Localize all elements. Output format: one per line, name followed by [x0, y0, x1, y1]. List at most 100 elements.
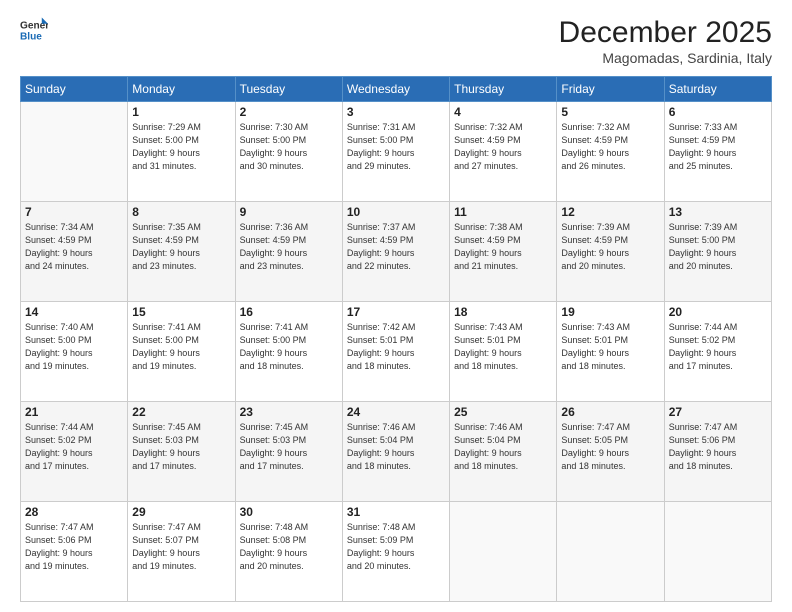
- day-number: 5: [561, 105, 659, 119]
- weekday-header-monday: Monday: [128, 77, 235, 102]
- calendar-cell: 4Sunrise: 7:32 AMSunset: 4:59 PMDaylight…: [450, 102, 557, 202]
- calendar-cell: 25 Sunrise: 7:46 AMSunset: 5:04 PMDayligh…: [450, 402, 557, 502]
- calendar-week-5: 28 Sunrise: 7:47 AMSunset: 5:06 PMDayligh…: [21, 502, 772, 602]
- calendar-cell: 22 Sunrise: 7:45 AMSunset: 5:03 PMDayligh…: [128, 402, 235, 502]
- day-info: Sunrise: 7:39 AMSunset: 4:59 PMDaylight:…: [561, 221, 659, 273]
- calendar-cell: 16Sunrise: 7:41 AMSunset: 5:00 PMDayligh…: [235, 302, 342, 402]
- calendar-cell: 17 Sunrise: 7:42 AMSunset: 5:01 PMDayligh…: [342, 302, 449, 402]
- day-info: Sunrise: 7:36 AMSunset: 4:59 PMDaylight:…: [240, 221, 338, 273]
- calendar-cell: 29Sunrise: 7:47 AMSunset: 5:07 PMDayligh…: [128, 502, 235, 602]
- day-number: 15: [132, 305, 230, 319]
- day-info: Sunrise: 7:41 AMSunset: 5:00 PMDaylight:…: [132, 321, 230, 373]
- calendar-cell: 20Sunrise: 7:44 AMSunset: 5:02 PMDayligh…: [664, 302, 771, 402]
- day-info: Sunrise: 7:41 AMSunset: 5:00 PMDaylight:…: [240, 321, 338, 373]
- weekday-header-sunday: Sunday: [21, 77, 128, 102]
- title-area: December 2025 Magomadas, Sardinia, Italy: [559, 16, 772, 66]
- day-info: Sunrise: 7:37 AMSunset: 4:59 PMDaylight:…: [347, 221, 445, 273]
- day-number: 13: [669, 205, 767, 219]
- day-number: 26: [561, 405, 659, 419]
- logo: General Blue: [20, 16, 48, 44]
- weekday-header-wednesday: Wednesday: [342, 77, 449, 102]
- calendar-cell: 27 Sunrise: 7:47 AMSunset: 5:06 PMDayligh…: [664, 402, 771, 502]
- calendar-cell: 26 Sunrise: 7:47 AMSunset: 5:05 PMDayligh…: [557, 402, 664, 502]
- day-number: 9: [240, 205, 338, 219]
- day-info: Sunrise: 7:44 AMSunset: 5:02 PMDaylight:…: [669, 321, 767, 373]
- calendar-cell: 8 Sunrise: 7:35 AMSunset: 4:59 PMDaylight…: [128, 202, 235, 302]
- day-info: Sunrise: 7:47 AMSunset: 5:06 PMDaylight:…: [669, 421, 767, 473]
- calendar-week-4: 21Sunrise: 7:44 AMSunset: 5:02 PMDayligh…: [21, 402, 772, 502]
- day-number: 10: [347, 205, 445, 219]
- day-info: Sunrise: 7:48 AMSunset: 5:09 PMDaylight:…: [347, 521, 445, 573]
- calendar-cell: 13 Sunrise: 7:39 AMSunset: 5:00 PMDayligh…: [664, 202, 771, 302]
- calendar-week-1: 1Sunrise: 7:29 AMSunset: 5:00 PMDaylight…: [21, 102, 772, 202]
- day-number: 31: [347, 505, 445, 519]
- svg-text:Blue: Blue: [20, 31, 42, 42]
- calendar-cell: 3 Sunrise: 7:31 AMSunset: 5:00 PMDaylight…: [342, 102, 449, 202]
- day-number: 19: [561, 305, 659, 319]
- day-number: 27: [669, 405, 767, 419]
- day-info: Sunrise: 7:32 AMSunset: 4:59 PMDaylight:…: [561, 121, 659, 173]
- calendar-cell: 30 Sunrise: 7:48 AMSunset: 5:08 PMDayligh…: [235, 502, 342, 602]
- calendar-cell: 21Sunrise: 7:44 AMSunset: 5:02 PMDayligh…: [21, 402, 128, 502]
- weekday-header-thursday: Thursday: [450, 77, 557, 102]
- calendar-table: SundayMondayTuesdayWednesdayThursdayFrid…: [20, 76, 772, 602]
- calendar-cell: 23 Sunrise: 7:45 AMSunset: 5:03 PMDayligh…: [235, 402, 342, 502]
- day-number: 2: [240, 105, 338, 119]
- calendar-cell: 7Sunrise: 7:34 AMSunset: 4:59 PMDaylight…: [21, 202, 128, 302]
- weekday-header-friday: Friday: [557, 77, 664, 102]
- day-info: Sunrise: 7:47 AMSunset: 5:05 PMDaylight:…: [561, 421, 659, 473]
- calendar-cell: 19Sunrise: 7:43 AMSunset: 5:01 PMDayligh…: [557, 302, 664, 402]
- day-number: 25: [454, 405, 552, 419]
- day-number: 24: [347, 405, 445, 419]
- day-number: 17: [347, 305, 445, 319]
- day-info: Sunrise: 7:33 AMSunset: 4:59 PMDaylight:…: [669, 121, 767, 173]
- month-title: December 2025: [559, 16, 772, 50]
- day-info: Sunrise: 7:38 AMSunset: 4:59 PMDaylight:…: [454, 221, 552, 273]
- calendar-cell: 18 Sunrise: 7:43 AMSunset: 5:01 PMDayligh…: [450, 302, 557, 402]
- day-number: 23: [240, 405, 338, 419]
- day-info: Sunrise: 7:31 AMSunset: 5:00 PMDaylight:…: [347, 121, 445, 173]
- day-info: Sunrise: 7:48 AMSunset: 5:08 PMDaylight:…: [240, 521, 338, 573]
- header: General Blue December 2025 Magomadas, Sa…: [20, 16, 772, 66]
- calendar-cell: 6 Sunrise: 7:33 AMSunset: 4:59 PMDaylight…: [664, 102, 771, 202]
- day-number: 11: [454, 205, 552, 219]
- weekday-header-row: SundayMondayTuesdayWednesdayThursdayFrid…: [21, 77, 772, 102]
- day-info: Sunrise: 7:46 AMSunset: 5:04 PMDaylight:…: [454, 421, 552, 473]
- weekday-header-saturday: Saturday: [664, 77, 771, 102]
- calendar-cell: [21, 102, 128, 202]
- calendar-cell: 2 Sunrise: 7:30 AMSunset: 5:00 PMDaylight…: [235, 102, 342, 202]
- day-number: 22: [132, 405, 230, 419]
- calendar-cell: 9 Sunrise: 7:36 AMSunset: 4:59 PMDaylight…: [235, 202, 342, 302]
- calendar-cell: 15 Sunrise: 7:41 AMSunset: 5:00 PMDayligh…: [128, 302, 235, 402]
- day-number: 6: [669, 105, 767, 119]
- calendar-cell: 14 Sunrise: 7:40 AMSunset: 5:00 PMDayligh…: [21, 302, 128, 402]
- calendar-week-3: 14 Sunrise: 7:40 AMSunset: 5:00 PMDayligh…: [21, 302, 772, 402]
- day-info: Sunrise: 7:43 AMSunset: 5:01 PMDaylight:…: [454, 321, 552, 373]
- day-info: Sunrise: 7:47 AMSunset: 5:07 PMDaylight:…: [132, 521, 230, 573]
- day-info: Sunrise: 7:40 AMSunset: 5:00 PMDaylight:…: [25, 321, 123, 373]
- day-number: 30: [240, 505, 338, 519]
- day-number: 3: [347, 105, 445, 119]
- day-info: Sunrise: 7:30 AMSunset: 5:00 PMDaylight:…: [240, 121, 338, 173]
- day-info: Sunrise: 7:42 AMSunset: 5:01 PMDaylight:…: [347, 321, 445, 373]
- day-number: 28: [25, 505, 123, 519]
- day-info: Sunrise: 7:45 AMSunset: 5:03 PMDaylight:…: [240, 421, 338, 473]
- calendar-cell: [450, 502, 557, 602]
- calendar-cell: 12 Sunrise: 7:39 AMSunset: 4:59 PMDayligh…: [557, 202, 664, 302]
- day-number: 21: [25, 405, 123, 419]
- day-number: 18: [454, 305, 552, 319]
- calendar-cell: 1Sunrise: 7:29 AMSunset: 5:00 PMDaylight…: [128, 102, 235, 202]
- calendar-cell: 10 Sunrise: 7:37 AMSunset: 4:59 PMDayligh…: [342, 202, 449, 302]
- day-number: 8: [132, 205, 230, 219]
- day-info: Sunrise: 7:46 AMSunset: 5:04 PMDaylight:…: [347, 421, 445, 473]
- day-info: Sunrise: 7:35 AMSunset: 4:59 PMDaylight:…: [132, 221, 230, 273]
- day-number: 14: [25, 305, 123, 319]
- day-info: Sunrise: 7:45 AMSunset: 5:03 PMDaylight:…: [132, 421, 230, 473]
- page: General Blue December 2025 Magomadas, Sa…: [0, 0, 792, 612]
- calendar-cell: [664, 502, 771, 602]
- day-number: 12: [561, 205, 659, 219]
- day-info: Sunrise: 7:47 AMSunset: 5:06 PMDaylight:…: [25, 521, 123, 573]
- logo-icon: General Blue: [20, 16, 48, 44]
- day-info: Sunrise: 7:39 AMSunset: 5:00 PMDaylight:…: [669, 221, 767, 273]
- day-info: Sunrise: 7:34 AMSunset: 4:59 PMDaylight:…: [25, 221, 123, 273]
